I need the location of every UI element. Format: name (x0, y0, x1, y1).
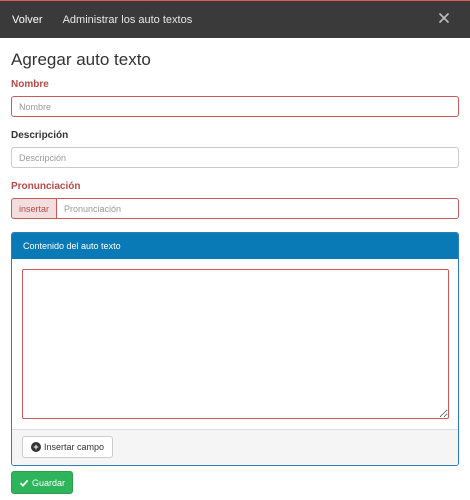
form-content: Agregar auto texto Nombre Descripción Pr… (0, 38, 470, 466)
save-label: Guardar (32, 477, 66, 488)
descripcion-group: Descripción (11, 130, 459, 168)
back-button[interactable]: Volver (12, 14, 43, 26)
page-title: Agregar auto texto (11, 50, 151, 69)
save-button[interactable]: Guardar (11, 471, 74, 494)
check-icon (19, 478, 29, 488)
descripcion-input[interactable] (11, 147, 459, 168)
nombre-label: Nombre (11, 79, 49, 90)
close-icon[interactable] (436, 10, 452, 26)
descripcion-label: Descripción (11, 130, 69, 141)
panel-header: Contenido del auto texto (12, 233, 458, 259)
pronunciacion-input[interactable] (56, 198, 459, 219)
insert-field-label: Insertar campo (44, 442, 105, 452)
insert-field-button[interactable]: + Insertar campo (22, 436, 114, 458)
panel-footer: + Insertar campo (12, 429, 458, 465)
plus-circle-icon: + (31, 442, 41, 452)
pronunciacion-label: Pronunciación (11, 181, 81, 192)
content-textarea[interactable] (22, 269, 449, 419)
insertar-addon-button[interactable]: insertar (11, 198, 57, 219)
panel-body (12, 259, 458, 429)
nombre-group: Nombre (11, 79, 459, 117)
modal-window: Volver Administrar los auto textos Agreg… (0, 0, 470, 500)
top-bar: Volver Administrar los auto textos (0, 1, 470, 38)
nombre-input[interactable] (11, 96, 459, 117)
window-title: Administrar los auto textos (62, 13, 193, 26)
pronunciacion-input-group: insertar (11, 198, 459, 219)
pronunciacion-group: Pronunciación insertar (11, 181, 459, 219)
content-panel: Contenido del auto texto + Insertar camp… (11, 232, 459, 466)
